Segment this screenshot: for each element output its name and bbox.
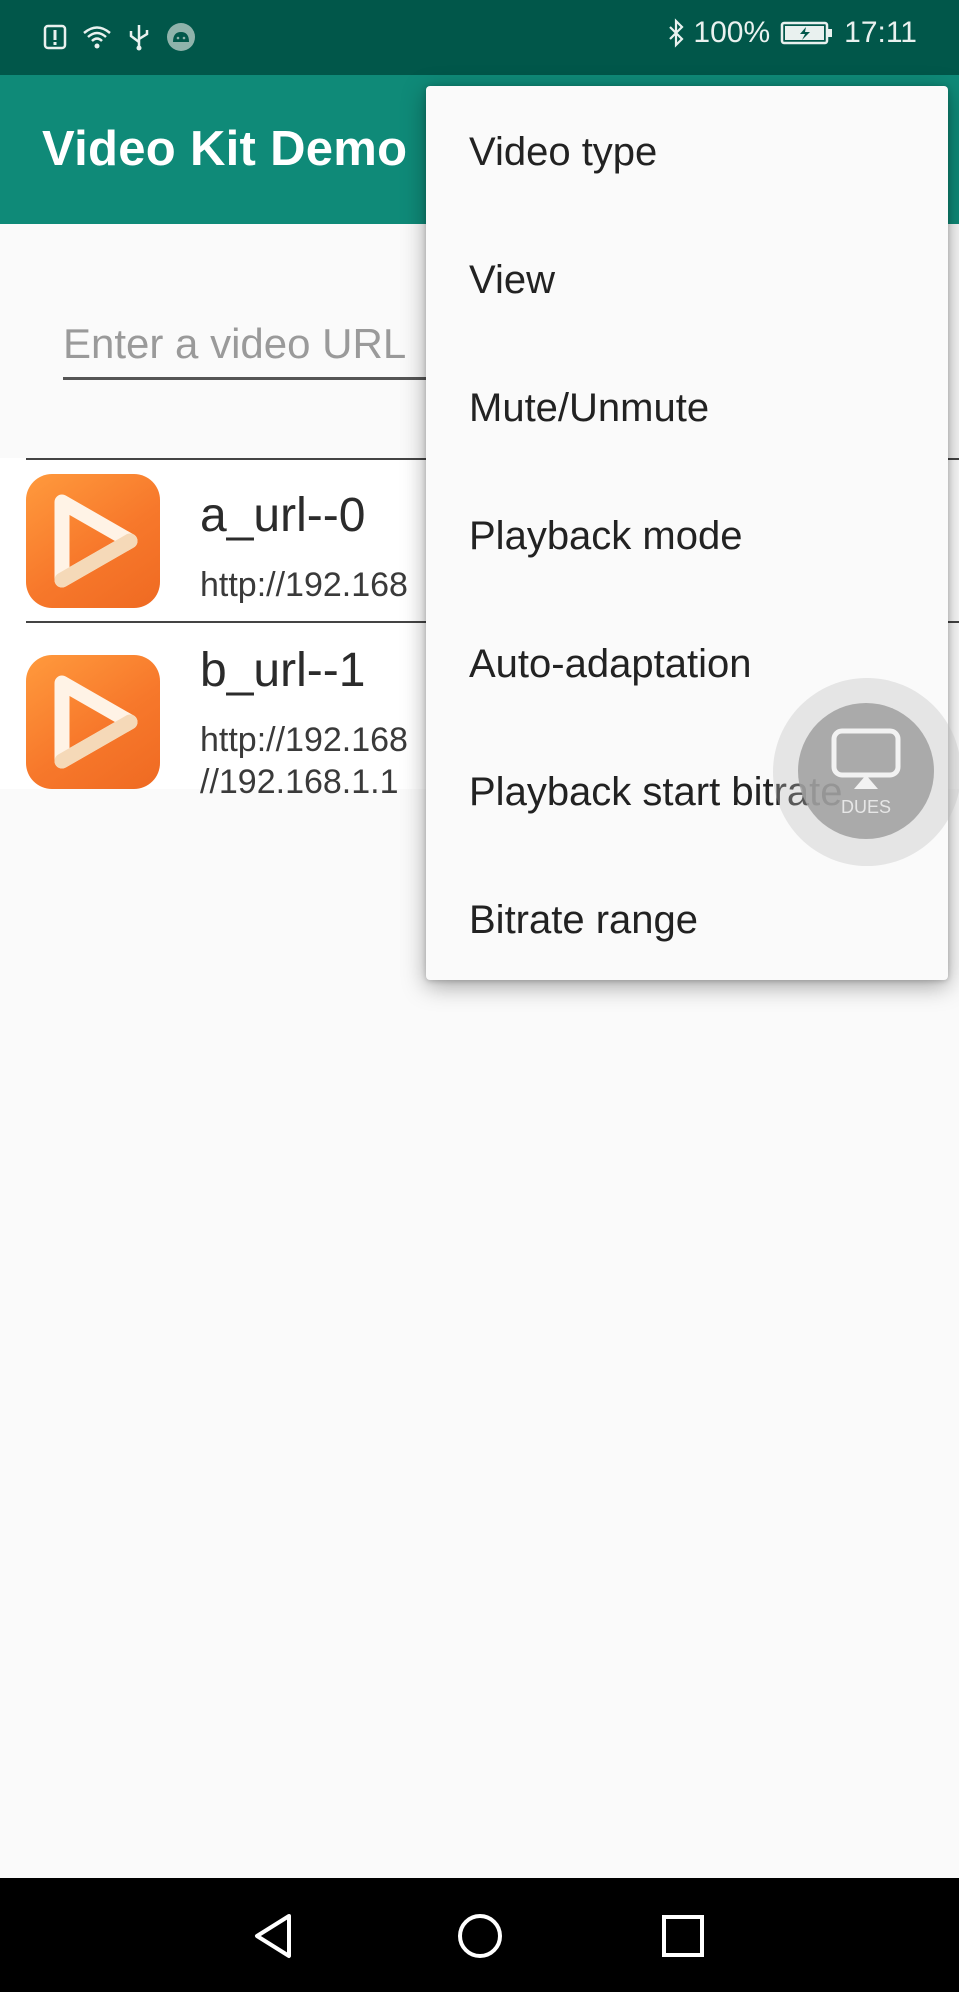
video-title: b_url--1 — [200, 644, 366, 697]
alert-icon — [43, 24, 67, 50]
video-title: a_url--0 — [200, 489, 366, 542]
back-icon[interactable] — [245, 1906, 305, 1966]
status-icons-left — [40, 22, 196, 52]
recents-icon[interactable] — [653, 1906, 713, 1966]
wifi-icon — [83, 26, 111, 49]
clock: 17:11 — [844, 16, 917, 49]
menu-item-bitrate-range[interactable]: Bitrate range — [426, 856, 948, 984]
video-url: http://192.168 — [200, 566, 408, 604]
play-icon — [54, 675, 138, 769]
menu-item-playback-mode[interactable]: Playback mode — [426, 472, 948, 600]
app-title: Video Kit Demo — [42, 122, 408, 176]
android-icon — [167, 23, 195, 51]
menu-item-video-type[interactable]: Video type — [426, 88, 948, 216]
battery-percentage: 100% — [693, 16, 771, 49]
usb-icon — [129, 25, 149, 51]
status-icons-right: 100% 17:11 — [661, 16, 917, 50]
status-bar: 100% 17:11 — [0, 0, 959, 75]
play-icon — [54, 494, 138, 588]
bluetooth-icon — [669, 18, 684, 48]
floating-button-label: DUES — [840, 797, 891, 817]
video-thumbnail — [26, 474, 160, 608]
floating-cast-button[interactable]: DUES — [798, 703, 934, 839]
video-url-input[interactable] — [63, 310, 483, 380]
menu-item-view[interactable]: View — [426, 216, 948, 344]
video-thumbnail — [26, 655, 160, 789]
menu-item-mute-unmute[interactable]: Mute/Unmute — [426, 344, 948, 472]
screen-cast-icon — [831, 728, 901, 789]
home-icon[interactable] — [450, 1906, 510, 1966]
video-url: http://192.168 //192.168.1.1 — [200, 721, 408, 801]
battery-charging-icon — [780, 21, 833, 45]
navigation-bar — [0, 1878, 959, 1992]
